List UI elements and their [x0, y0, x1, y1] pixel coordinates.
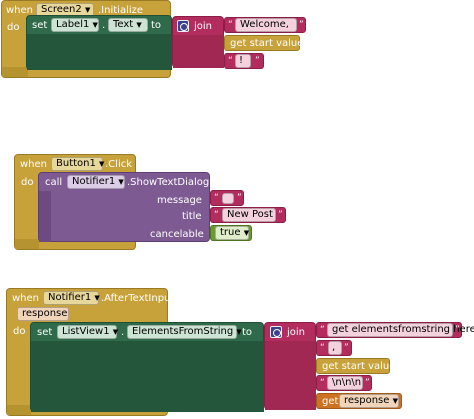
to-label: to	[151, 20, 162, 31]
chevron-down-icon: ▼	[236, 328, 242, 336]
chevron-down-icon: ▼	[243, 229, 250, 237]
when-label: when	[12, 293, 40, 304]
text-block-title[interactable]: “ New Post ”	[210, 207, 286, 223]
component-dropdown-listview1[interactable]: ListView1 ▼	[57, 325, 119, 339]
get-start-value-label: get start value	[322, 361, 396, 372]
call-block-inner	[39, 191, 51, 242]
component-name: ListView1	[62, 326, 110, 337]
component-dropdown-label1[interactable]: Label1 ▼	[51, 18, 99, 32]
chevron-down-icon: ▼	[94, 294, 100, 302]
event-block-footer	[2, 67, 28, 77]
component-name: Button1	[56, 158, 96, 169]
close-quote-icon: ”	[299, 20, 304, 30]
chevron-down-icon: ▼	[118, 178, 124, 186]
chevron-down-icon: ▼	[99, 160, 105, 168]
property-dropdown-text[interactable]: Text ▼	[108, 18, 148, 32]
text-value-comma[interactable]: ,	[328, 341, 342, 355]
get-response-block[interactable]: get response ▼	[316, 393, 402, 409]
property-dropdown-elementsfromstring[interactable]: ElementsFromString ▼	[127, 325, 242, 339]
event-block-footer	[7, 405, 31, 415]
close-quote-icon: ”	[255, 56, 260, 66]
text-value-welcome[interactable]: Welcome,	[235, 18, 297, 32]
cancelable-socket-label: cancelable	[150, 229, 204, 240]
open-quote-icon: “	[320, 325, 325, 335]
component-dropdown-button1[interactable]: Button1 ▼	[51, 157, 105, 171]
close-quote-icon: ”	[344, 343, 349, 353]
join-block[interactable]: join	[264, 322, 316, 410]
setter-block-label1-text[interactable]: set Label1 ▼ . Text ▼ to	[26, 15, 172, 70]
text-block-exclamation[interactable]: “ ! ”	[224, 53, 264, 69]
set-label: set	[37, 327, 53, 338]
do-label: do	[7, 22, 20, 33]
component-name: Label1	[56, 19, 90, 30]
open-quote-icon: “	[320, 378, 325, 388]
close-quote-icon: ”	[455, 325, 460, 335]
event-name: .AfterTextInput	[101, 293, 175, 304]
method-name: .ShowTextDialog	[127, 177, 210, 188]
chevron-down-icon: ▼	[136, 21, 142, 29]
open-quote-icon: “	[214, 193, 219, 203]
dot-label: .	[121, 327, 125, 338]
event-name: .Click	[105, 159, 133, 170]
chevron-down-icon: ▼	[84, 6, 91, 14]
text-block-elementsfromstring[interactable]: “ get elementsfromstring here ”	[316, 322, 474, 338]
text-value-elementsfromstring[interactable]: get elementsfromstring here	[327, 323, 474, 337]
chevron-down-icon: ▼	[392, 397, 398, 405]
do-label: do	[21, 177, 34, 188]
component-name: Notifier1	[72, 176, 116, 187]
component-dropdown-notifier1[interactable]: Notifier1 ▼	[67, 175, 125, 189]
open-quote-icon: “	[214, 210, 219, 220]
gear-icon[interactable]	[177, 20, 189, 32]
join-label: join	[194, 21, 213, 32]
close-quote-icon: ”	[278, 210, 283, 220]
text-value-new-post[interactable]: New Post	[222, 208, 276, 222]
gear-icon[interactable]	[270, 326, 282, 338]
component-dropdown-notifier1[interactable]: Notifier1 ▼	[43, 291, 100, 305]
get-start-value-label: get start value	[230, 38, 304, 49]
property-name: Text	[113, 19, 134, 30]
text-value-newlines[interactable]: \n\n\n	[327, 376, 363, 390]
dot-label: .	[102, 20, 106, 31]
component-name: Screen2	[41, 4, 82, 15]
open-quote-icon: “	[228, 56, 233, 66]
join-block-body	[173, 35, 224, 68]
text-block-welcome[interactable]: “ Welcome, ”	[224, 17, 306, 33]
open-quote-icon: “	[320, 343, 325, 353]
chevron-down-icon: ▼	[112, 328, 119, 336]
do-label: do	[13, 326, 26, 337]
component-name: Notifier1	[48, 292, 92, 303]
join-block[interactable]: join	[172, 16, 224, 68]
message-socket-label: message	[157, 195, 202, 206]
open-quote-icon: “	[228, 20, 233, 30]
get-label: get	[322, 396, 339, 407]
text-block-message[interactable]: “ ”	[210, 190, 244, 206]
boolean-block-cancelable[interactable]: true ▼	[210, 225, 252, 241]
title-socket-label: title	[182, 211, 202, 222]
when-label: when	[20, 159, 48, 170]
close-quote-icon: ”	[365, 378, 370, 388]
call-label: call	[45, 177, 63, 188]
variable-dropdown-response[interactable]: response ▼	[339, 394, 399, 408]
set-label: set	[32, 20, 48, 31]
setter-inner-area	[27, 34, 172, 70]
property-name: ElementsFromString	[132, 326, 234, 337]
boolean-dropdown-true[interactable]: true ▼	[215, 226, 249, 240]
setter-block-listview1-elementsfromstring[interactable]: set ListView1 ▼ . ElementsFromString ▼ t…	[30, 322, 264, 412]
text-block-comma[interactable]: “ , ”	[316, 340, 352, 356]
get-start-value-block[interactable]: get start value	[224, 35, 304, 51]
text-value-message[interactable]	[222, 193, 234, 204]
event-block-footer	[15, 239, 39, 249]
close-quote-icon: ”	[237, 193, 242, 203]
chevron-down-icon: ▼	[92, 21, 98, 29]
call-block-showtextdialog[interactable]: call Notifier1 ▼ .ShowTextDialog message…	[38, 172, 210, 242]
get-start-value-block[interactable]: get start value	[316, 358, 395, 374]
text-block-newlines[interactable]: “ \n\n\n ”	[316, 375, 372, 391]
join-block-body	[265, 341, 316, 410]
setter-inner-area	[31, 341, 264, 412]
to-label: to	[242, 327, 253, 338]
text-value-exclamation[interactable]: !	[235, 54, 251, 68]
join-label: join	[287, 327, 306, 338]
param-response[interactable]: response	[17, 307, 69, 321]
